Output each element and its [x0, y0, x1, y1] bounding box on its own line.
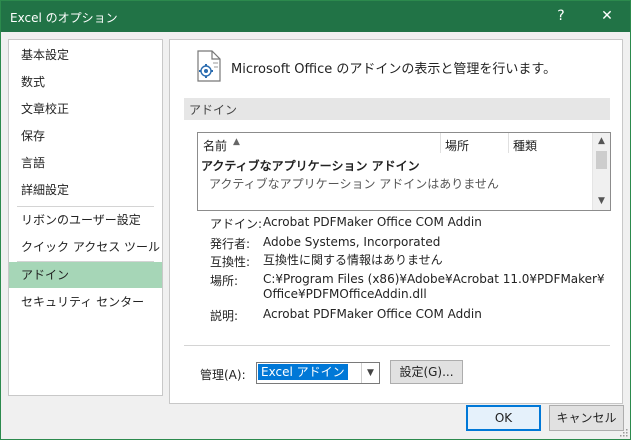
publisher-value: Adobe Systems, Incorporated: [263, 235, 441, 249]
window-title: Excel のオプション: [10, 11, 118, 25]
column-divider: [440, 133, 441, 153]
list-scrollbar[interactable]: ▲ ▼: [592, 133, 610, 210]
location-value-line1: C:¥Program Files (x86)¥Adobe¥Acrobat 11.…: [263, 272, 605, 286]
nav-item-customize-ribbon[interactable]: リボンのユーザー設定: [9, 207, 162, 233]
scroll-down-icon[interactable]: ▼: [593, 193, 610, 210]
panel-divider: [184, 345, 610, 346]
sort-ascending-icon: ▲: [233, 137, 240, 147]
compatibility-value: 互換性に関する情報はありません: [263, 253, 443, 267]
options-nav: 基本設定 数式 文章校正 保存 言語 詳細設定 リボンのユーザー設定 クイック …: [8, 39, 163, 396]
resize-grip-icon[interactable]: [618, 427, 628, 437]
manage-selected-value[interactable]: Excel アドイン: [258, 364, 348, 380]
nav-item-proofing[interactable]: 文章校正: [9, 96, 162, 122]
go-button[interactable]: 設定(G)...: [390, 360, 463, 384]
ok-button[interactable]: OK: [466, 405, 541, 431]
manage-dropdown[interactable]: Excel アドイン ▼: [256, 362, 380, 384]
help-button[interactable]: ?: [539, 1, 583, 32]
scroll-up-icon[interactable]: ▲: [593, 133, 610, 150]
compatibility-label: 互換性:: [210, 255, 251, 269]
description-value: Acrobat PDFMaker Office COM Addin: [263, 307, 482, 321]
publisher-label: 発行者:: [210, 237, 251, 251]
addin-value: Acrobat PDFMaker Office COM Addin: [263, 215, 482, 229]
nav-item-advanced[interactable]: 詳細設定: [9, 177, 162, 203]
nav-item-save[interactable]: 保存: [9, 123, 162, 149]
nav-item-language[interactable]: 言語: [9, 150, 162, 176]
manage-label: 管理(A):: [200, 368, 246, 382]
list-empty-message: アクティブなアプリケーション アドインはありません: [209, 177, 499, 191]
panel-description: Microsoft Office のアドインの表示と管理を行います。: [231, 62, 557, 77]
nav-item-quick-access-toolbar[interactable]: クイック アクセス ツール バー: [9, 234, 162, 280]
column-header-location[interactable]: 場所: [445, 137, 469, 154]
addin-document-icon: [197, 50, 221, 82]
nav-item-formulas[interactable]: 数式: [9, 69, 162, 95]
section-header: アドイン: [184, 98, 610, 120]
location-label: 場所:: [210, 274, 239, 288]
nav-item-general[interactable]: 基本設定: [9, 42, 162, 68]
addins-panel: Microsoft Office のアドインの表示と管理を行います。 アドイン …: [169, 39, 623, 404]
close-button[interactable]: ✕: [585, 1, 629, 32]
column-header-name[interactable]: 名前: [203, 137, 227, 154]
options-dialog: Excel のオプション ? ✕ 基本設定 数式 文章校正 保存 言語 詳細設定…: [0, 0, 631, 440]
cancel-button[interactable]: キャンセル: [549, 405, 624, 431]
title-bar: Excel のオプション ? ✕: [1, 1, 630, 32]
section-title: アドイン: [189, 103, 238, 117]
nav-item-addins[interactable]: アドイン: [9, 262, 162, 288]
addins-list[interactable]: 名前 ▲ 場所 種類 アクティブなアプリケーション アドイン アクティブなアプリ…: [197, 132, 611, 211]
list-group-title: アクティブなアプリケーション アドイン: [201, 159, 420, 173]
chevron-down-icon[interactable]: ▼: [361, 363, 379, 383]
column-header-type[interactable]: 種類: [513, 137, 537, 154]
column-divider: [508, 133, 509, 153]
scroll-thumb[interactable]: [596, 151, 607, 169]
addin-label: アドイン:: [210, 217, 263, 231]
nav-item-trust-center[interactable]: セキュリティ センター: [9, 289, 162, 315]
description-label: 説明:: [210, 309, 239, 323]
location-value-line2: Office¥PDFMOfficeAddin.dll: [263, 287, 427, 301]
